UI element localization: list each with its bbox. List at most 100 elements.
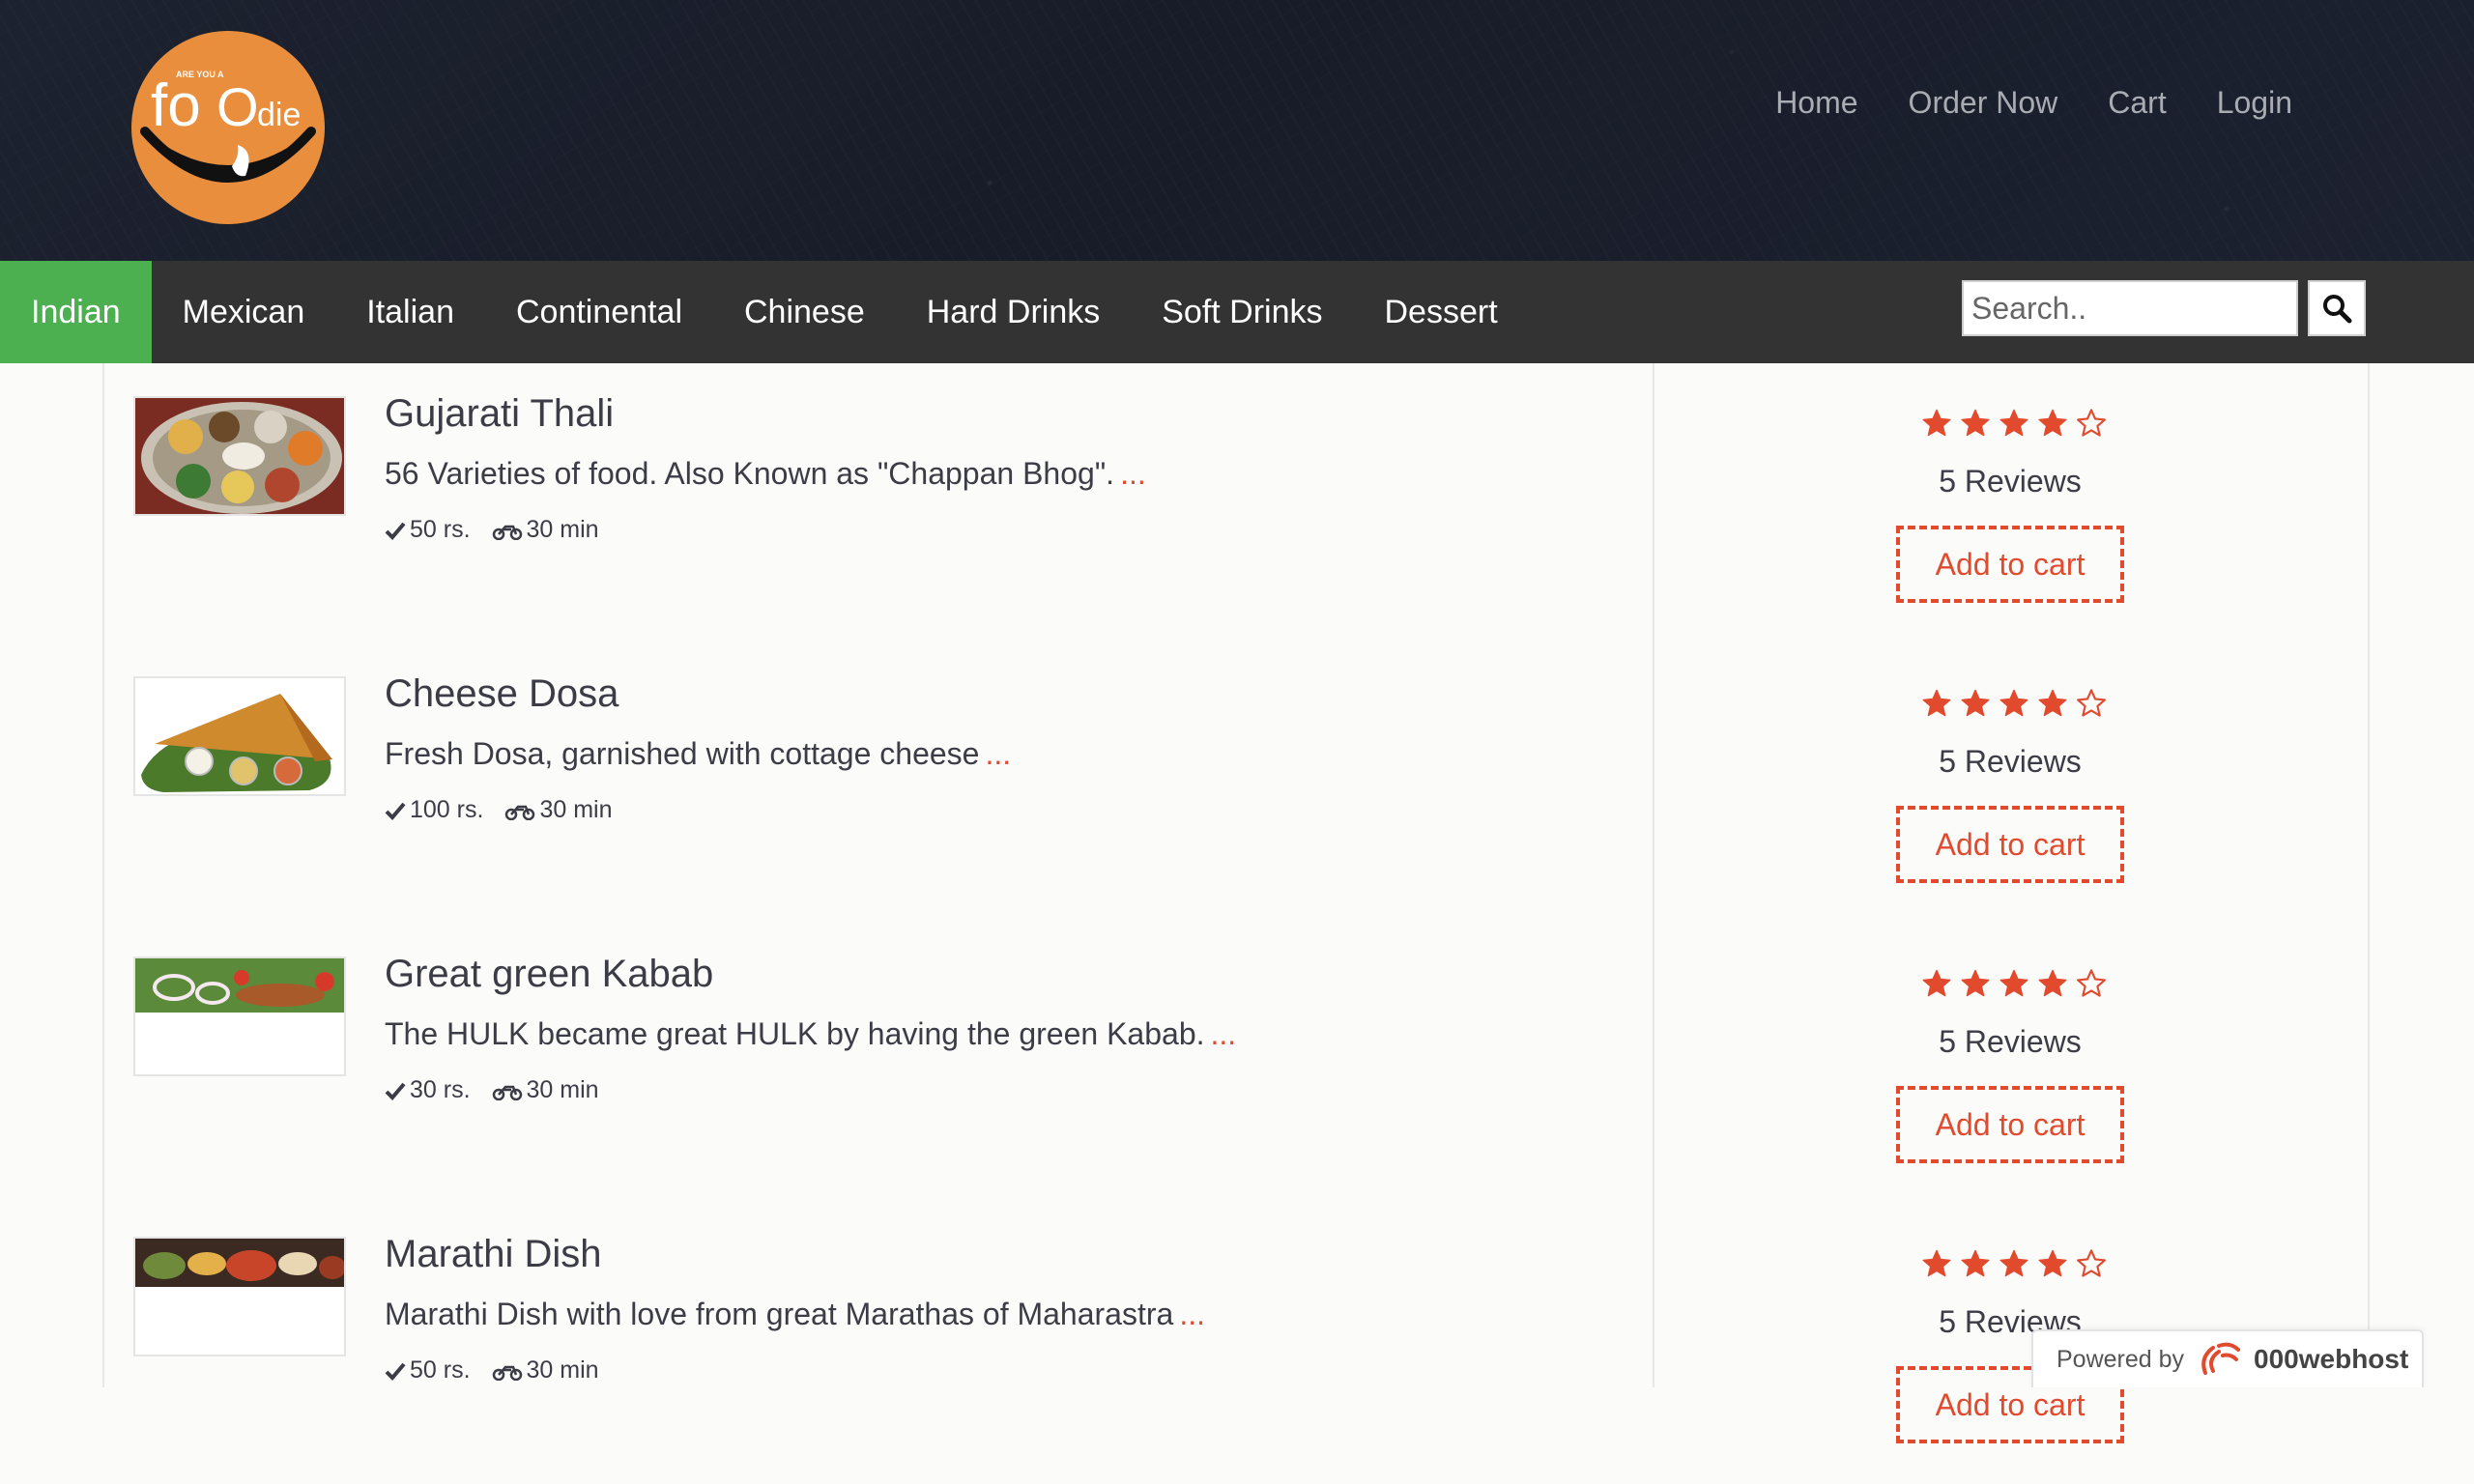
item-image-marathi-dish[interactable] (133, 1237, 346, 1356)
checkmark-icon (385, 1362, 406, 1381)
star-filled-icon (1922, 689, 1951, 717)
category-soft-drinks[interactable]: Soft Drinks (1131, 261, 1353, 363)
item-description-text: Marathi Dish with love from great Marath… (385, 1297, 1174, 1331)
item-meta: 50 rs. 30 min (385, 516, 599, 544)
webhost-logo-icon (2201, 1342, 2241, 1375)
item-description-text: Fresh Dosa, garnished with cottage chees… (385, 736, 980, 771)
category-continental[interactable]: Continental (485, 261, 713, 363)
read-more-link[interactable]: ... (1120, 456, 1146, 491)
category-chinese[interactable]: Chinese (713, 261, 896, 363)
star-filled-icon (2038, 969, 2067, 997)
svg-text:die: die (257, 97, 301, 133)
rating-stars (1921, 968, 2107, 999)
powered-by-badge[interactable]: Powered by 000webhost (2031, 1329, 2424, 1387)
item-title[interactable]: Marathi Dish (385, 1233, 602, 1276)
search-button[interactable] (2308, 280, 2366, 336)
nav-home[interactable]: Home (1775, 85, 1857, 121)
star-filled-icon (2038, 689, 2067, 717)
motorbike-icon (492, 525, 522, 540)
item-delivery-time: 30 min (526, 516, 599, 543)
star-filled-icon (1922, 969, 1951, 997)
star-filled-icon (1922, 1249, 1951, 1277)
add-to-cart-button[interactable]: Add to cart (1896, 806, 2124, 883)
star-filled-icon (1961, 969, 1990, 997)
item-title[interactable]: Great green Kabab (385, 953, 713, 996)
nav-cart[interactable]: Cart (2108, 85, 2166, 121)
foodie-logo[interactable]: ARE YOU A fo O die (131, 31, 325, 224)
star-filled-icon (1999, 1249, 2028, 1277)
svg-text:O: O (216, 76, 259, 137)
item-delivery-time: 30 min (539, 796, 613, 823)
item-image-great-green-kabab[interactable] (133, 956, 346, 1076)
menu-item: Great green Kabab The HULK became great … (0, 924, 2474, 1204)
star-filled-icon (1999, 409, 2028, 437)
item-price: 50 rs. (410, 1356, 471, 1384)
item-description-text: The HULK became great HULK by having the… (385, 1016, 1205, 1051)
read-more-link[interactable]: ... (1211, 1016, 1237, 1051)
category-hard-drinks[interactable]: Hard Drinks (896, 261, 1131, 363)
menu-item: Cheese Dosa Fresh Dosa, garnished with c… (0, 643, 2474, 924)
item-title[interactable]: Cheese Dosa (385, 672, 618, 716)
item-meta: 50 rs. 30 min (385, 1356, 599, 1384)
powered-by-brand: 000webhost (2254, 1344, 2409, 1374)
search-form (1962, 280, 2366, 336)
star-outline-icon (2077, 689, 2106, 717)
magnifier-icon (2323, 295, 2352, 324)
item-meta: 100 rs. 30 min (385, 796, 612, 824)
star-filled-icon (1961, 409, 1990, 437)
powered-by-text: Powered by (2057, 1345, 2185, 1373)
rating-stars (1921, 408, 2107, 439)
item-price: 50 rs. (410, 516, 471, 543)
star-outline-icon (2077, 1249, 2106, 1277)
search-input[interactable] (1962, 280, 2298, 336)
item-delivery-time: 30 min (526, 1356, 599, 1384)
star-filled-icon (1961, 1249, 1990, 1277)
read-more-link[interactable]: ... (1179, 1297, 1205, 1331)
read-more-link[interactable]: ... (985, 736, 1011, 771)
item-title[interactable]: Gujarati Thali (385, 392, 614, 436)
item-image-cheese-dosa[interactable] (133, 676, 346, 796)
add-to-cart-button[interactable]: Add to cart (1896, 1086, 2124, 1163)
nav-order-now[interactable]: Order Now (1909, 85, 2058, 121)
motorbike-icon (492, 1365, 522, 1381)
svg-text:fo: fo (151, 72, 201, 139)
logo-graphic: ARE YOU A fo O die (140, 70, 316, 183)
motorbike-icon (505, 805, 535, 820)
review-count[interactable]: 5 Reviews (1817, 744, 2203, 780)
checkmark-icon (385, 522, 406, 540)
rating-stars (1921, 1248, 2107, 1279)
star-outline-icon (2077, 409, 2106, 437)
review-count[interactable]: 5 Reviews (1817, 464, 2203, 499)
item-description: The HULK became great HULK by having the… (385, 1016, 1236, 1052)
star-filled-icon (1999, 969, 2028, 997)
category-dessert[interactable]: Dessert (1354, 261, 1529, 363)
star-filled-icon (2038, 409, 2067, 437)
category-italian[interactable]: Italian (335, 261, 485, 363)
menu-item: Gujarati Thali 56 Varieties of food. Als… (0, 363, 2474, 643)
star-filled-icon (1922, 409, 1951, 437)
review-count[interactable]: 5 Reviews (1817, 1024, 2203, 1060)
item-price: 30 rs. (410, 1076, 471, 1103)
rating-stars (1921, 688, 2107, 719)
nav-login[interactable]: Login (2217, 85, 2292, 121)
top-navigation: Home Order Now Cart Login (1775, 85, 2292, 121)
motorbike-icon (492, 1085, 522, 1100)
item-description: 56 Varieties of food. Also Known as "Cha… (385, 456, 1146, 492)
item-price: 100 rs. (410, 796, 484, 823)
site-header: ARE YOU A fo O die Home Order Now Cart L… (0, 0, 2474, 261)
star-outline-icon (2077, 969, 2106, 997)
star-filled-icon (1961, 689, 1990, 717)
add-to-cart-button[interactable]: Add to cart (1896, 526, 2124, 603)
item-description: Marathi Dish with love from great Marath… (385, 1297, 1205, 1332)
checkmark-icon (385, 802, 406, 820)
star-filled-icon (2038, 1249, 2067, 1277)
item-delivery-time: 30 min (526, 1076, 599, 1103)
category-mexican[interactable]: Mexican (152, 261, 336, 363)
item-meta: 30 rs. 30 min (385, 1076, 599, 1104)
item-description-text: 56 Varieties of food. Also Known as "Cha… (385, 456, 1115, 491)
star-filled-icon (1999, 689, 2028, 717)
checkmark-icon (385, 1082, 406, 1100)
item-description: Fresh Dosa, garnished with cottage chees… (385, 736, 1011, 772)
item-image-gujarati-thali[interactable] (133, 396, 346, 516)
category-indian[interactable]: Indian (0, 261, 152, 363)
